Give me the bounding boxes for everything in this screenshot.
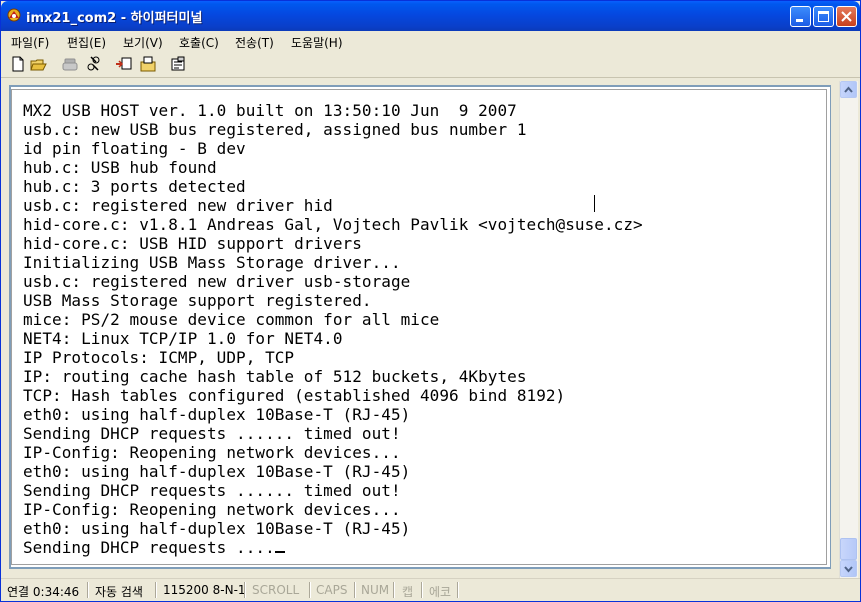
terminal-line: eth0: using half-duplex 10Base-T (RJ-45)	[23, 405, 411, 424]
terminal-line: Sending DHCP requests ....	[23, 538, 275, 557]
receive-file-icon[interactable]	[139, 55, 157, 73]
terminal-line: IP-Config: Reopening network devices...	[23, 443, 401, 462]
terminal-line: USB Mass Storage support registered.	[23, 291, 372, 310]
terminal-line: usb.c: new USB bus registered, assigned …	[23, 120, 527, 139]
open-folder-icon[interactable]	[29, 55, 47, 73]
close-button[interactable]	[836, 6, 857, 27]
terminal-line: mice: PS/2 mouse device common for all m…	[23, 310, 440, 329]
terminal-screen[interactable]: MX2 USB HOST ver. 1.0 built on 13:50:10 …	[11, 89, 827, 565]
terminal-line: IP Protocols: ICMP, UDP, TCP	[23, 348, 295, 367]
terminal-line: NET4: Linux TCP/IP 1.0 for NET4.0	[23, 329, 343, 348]
maximize-icon	[818, 11, 829, 22]
status-separator	[421, 582, 423, 598]
new-file-icon[interactable]	[9, 55, 27, 73]
window-title: imx21_com2 - 하이퍼터미널	[26, 11, 203, 26]
status-scroll: SCROLL	[252, 583, 300, 597]
menu-transfer[interactable]: 전송(T)	[235, 34, 274, 51]
terminal-line: MX2 USB HOST ver. 1.0 built on 13:50:10 …	[23, 101, 517, 120]
vertical-scrollbar[interactable]	[839, 81, 858, 578]
hyperterminal-app-icon	[7, 8, 21, 22]
terminal-line: usb.c: registered new driver hid	[23, 196, 333, 215]
toolbar	[1, 51, 860, 78]
terminal-line: hub.c: USB hub found	[23, 158, 217, 177]
terminal-line: IP-Config: Reopening network devices...	[23, 500, 401, 519]
menu-help[interactable]: 도움말(H)	[291, 34, 343, 51]
menu-file[interactable]: 파일(F)	[11, 34, 49, 51]
terminal-line: hid-core.c: v1.8.1 Andreas Gal, Vojtech …	[23, 215, 643, 234]
minimize-button[interactable]	[790, 6, 811, 27]
status-connection-time: 연결 0:34:46	[7, 585, 80, 599]
maximize-button[interactable]	[813, 6, 834, 27]
properties-icon[interactable]	[169, 55, 187, 73]
mouse-text-cursor	[594, 195, 595, 212]
status-separator	[155, 582, 157, 598]
arrow-down-icon	[844, 566, 853, 573]
menu-bar: 파일(F) 편집(E) 보기(V) 호출(C) 전송(T) 도움말(H)	[1, 31, 860, 51]
status-auto-detect: 자동 검색	[95, 585, 143, 599]
status-separator	[244, 582, 246, 598]
terminal-line: Sending DHCP requests ...... timed out!	[23, 481, 401, 500]
terminal-line: id pin floating - B dev	[23, 139, 246, 158]
status-separator	[354, 582, 356, 598]
terminal-line: Sending DHCP requests ...... timed out!	[23, 424, 401, 443]
status-separator	[457, 582, 459, 598]
text-cursor	[274, 551, 285, 553]
terminal-output: MX2 USB HOST ver. 1.0 built on 13:50:10 …	[23, 101, 643, 557]
menu-call[interactable]: 호출(C)	[179, 34, 219, 51]
menu-view[interactable]: 보기(V)	[123, 34, 163, 51]
status-capture: 캡	[402, 585, 414, 599]
terminal-line: hid-core.c: USB HID support drivers	[23, 234, 362, 253]
status-separator	[87, 582, 89, 598]
status-num: NUM	[361, 583, 390, 597]
status-bar: 연결 0:34:46 자동 검색 115200 8-N-1 SCROLL CAP…	[1, 578, 860, 602]
terminal-line: usb.c: registered new driver usb-storage	[23, 272, 411, 291]
terminal-line: Initializing USB Mass Storage driver...	[23, 253, 401, 272]
title-bar[interactable]: imx21_com2 - 하이퍼터미널	[1, 1, 860, 31]
hyperterminal-window: imx21_com2 - 하이퍼터미널 파일(F) 편집(E) 보기(V) 호출…	[0, 0, 861, 602]
status-echo: 에코	[429, 585, 452, 599]
disconnect-icon[interactable]	[85, 55, 103, 73]
scroll-up-button[interactable]	[840, 81, 857, 98]
terminal-line: eth0: using half-duplex 10Base-T (RJ-45)	[23, 519, 411, 538]
terminal-line: eth0: using half-duplex 10Base-T (RJ-45)	[23, 462, 411, 481]
terminal-line: TCP: Hash tables configured (established…	[23, 386, 566, 405]
terminal-line: IP: routing cache hash table of 512 buck…	[23, 367, 527, 386]
status-port-settings: 115200 8-N-1	[163, 583, 246, 597]
menu-edit[interactable]: 편집(E)	[67, 34, 106, 51]
phone-icon[interactable]	[61, 55, 79, 73]
arrow-up-icon	[844, 86, 853, 93]
terminal-line: hub.c: 3 ports detected	[23, 177, 246, 196]
minimize-icon	[796, 19, 803, 22]
close-icon	[841, 11, 852, 22]
send-file-icon[interactable]	[115, 55, 133, 73]
status-separator	[393, 582, 395, 598]
status-caps: CAPS	[316, 583, 348, 597]
status-separator	[309, 582, 311, 598]
scroll-down-button[interactable]	[840, 560, 857, 577]
scroll-thumb[interactable]	[840, 538, 857, 560]
